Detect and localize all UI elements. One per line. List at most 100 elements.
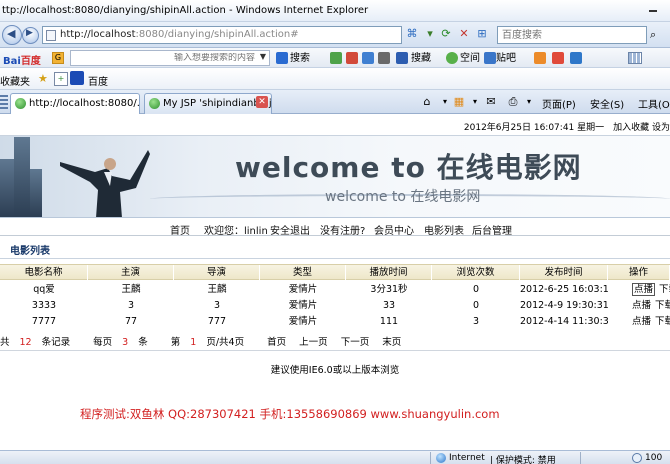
column-header: 播放时间 xyxy=(346,265,432,281)
column-header: 电影名称 xyxy=(0,265,88,281)
nav-register[interactable]: 没有注册? xyxy=(320,222,365,237)
search-icon[interactable]: ⌕ xyxy=(650,28,664,42)
tab-my-jsp[interactable]: My JSP 'shipindianbo.js... ✕ xyxy=(144,93,272,114)
favorites-button[interactable]: 收藏夹 xyxy=(0,73,30,88)
stop-icon[interactable]: ✕ xyxy=(457,27,471,41)
download-link[interactable]: 下载 xyxy=(655,300,670,311)
safety-menu[interactable]: 安全(S) xyxy=(590,96,624,111)
next-page-link[interactable]: 下一页 xyxy=(341,337,370,348)
baidu-search-input[interactable] xyxy=(75,53,255,63)
nav-admin[interactable]: 后台管理 xyxy=(472,222,512,237)
print-icon[interactable]: ⎙ xyxy=(506,95,520,108)
row-actions: 点播下载 xyxy=(632,282,670,298)
pager-number: 12 xyxy=(19,337,32,348)
site-banner: welcome to 在线电影网 welcome to 在线电影网 xyxy=(0,136,670,218)
column-header: 类型 xyxy=(260,265,346,281)
tool-icon[interactable] xyxy=(570,52,582,64)
baidu-space-button[interactable]: 空间 xyxy=(460,51,480,66)
pager-text: 共 xyxy=(0,337,10,348)
total-records: 共 12 条记录 xyxy=(0,337,80,348)
prev-page-link[interactable]: 上一页 xyxy=(299,337,328,348)
status-separator xyxy=(430,452,431,464)
forward-button[interactable]: ▶ xyxy=(22,27,39,44)
tool-icon[interactable] xyxy=(346,52,358,64)
tab-bar: http://localhost:8080/... My JSP 'shipin… xyxy=(0,90,670,114)
tool-icon[interactable] xyxy=(552,52,564,64)
browser-search-field[interactable] xyxy=(497,26,647,44)
page-menu[interactable]: 页面(P) xyxy=(542,96,576,111)
chevron-down-icon[interactable]: ▾ xyxy=(438,95,452,108)
baidu-collect-button[interactable]: 搜藏 xyxy=(411,51,431,66)
chevron-down-icon[interactable]: ▾ xyxy=(522,95,536,108)
baidu-search-field[interactable]: ▼ xyxy=(70,50,270,66)
tool-icon[interactable] xyxy=(534,52,546,64)
tab-localhost[interactable]: http://localhost:8080/... xyxy=(10,93,140,114)
dropdown-icon[interactable]: ▾ xyxy=(423,27,437,41)
cell-actor: 77 xyxy=(124,316,138,327)
post-icon xyxy=(484,52,496,64)
nav-logout[interactable]: 安全退出 xyxy=(270,222,310,237)
banner-subtitle: welcome to 在线电影网 xyxy=(325,189,481,205)
pager-text: 条记录 xyxy=(41,337,71,348)
row-actions: 点播下载 xyxy=(632,298,670,314)
nav-movie-list[interactable]: 电影列表 xyxy=(424,222,464,237)
close-icon[interactable]: ✕ xyxy=(256,96,268,108)
tool-icon[interactable] xyxy=(330,52,342,64)
zoom-icon[interactable] xyxy=(632,453,642,463)
globe-icon xyxy=(436,453,446,463)
table-row: qq爱 王麟 王麟 爱情片 3分31秒 0 2012-6-25 16:03:19… xyxy=(0,282,670,298)
back-button[interactable]: ◀ xyxy=(2,25,22,45)
cell-views: 0 xyxy=(472,284,480,295)
address-input[interactable]: http://localhost:8080/dianying/shipinAll… xyxy=(42,26,402,44)
mail-icon[interactable]: ✉ xyxy=(484,95,498,108)
download-link[interactable]: 下载 xyxy=(655,316,670,327)
minimize-button[interactable] xyxy=(648,3,658,13)
favorites-bar: 收藏夹 ★ + 百度 xyxy=(0,68,670,90)
zoom-level[interactable]: 100 xyxy=(645,453,662,463)
compatibility-icon[interactable]: ⌘ xyxy=(405,27,419,41)
play-link[interactable]: 点播 xyxy=(632,316,651,327)
baidu-logo-suffix: 百度 xyxy=(20,56,41,67)
download-link[interactable]: 下载 xyxy=(659,284,670,295)
pager-text: 条 xyxy=(138,337,148,348)
cell-actor: 王麟 xyxy=(121,284,141,295)
tool-icon[interactable] xyxy=(378,52,390,64)
cell-director: 3 xyxy=(213,300,221,311)
chevron-down-icon[interactable]: ▼ xyxy=(260,52,266,61)
column-header: 导演 xyxy=(174,265,260,281)
credit-text: 程序测试:双鱼林 QQ:287307421 手机:13558690869 www… xyxy=(80,407,500,421)
play-link[interactable]: 点播 xyxy=(632,283,656,296)
cell-views: 0 xyxy=(472,300,480,311)
table-header: 电影名称 主演 导演 类型 播放时间 浏览次数 发布时间 操作 xyxy=(0,264,670,281)
column-header: 操作 xyxy=(608,265,670,281)
building-shape xyxy=(30,169,42,217)
star-icon[interactable]: ★ xyxy=(38,72,48,85)
url-host: http://localhost xyxy=(60,29,136,40)
row-actions: 点播下载 xyxy=(632,314,670,330)
favorite-baidu-link[interactable]: 百度 xyxy=(88,73,108,88)
cell-title: 3333 xyxy=(31,300,57,311)
add-favorite-icon[interactable]: + xyxy=(54,72,68,86)
baidu-post-button[interactable]: 贴吧 xyxy=(496,51,516,66)
security-zone[interactable]: Internet xyxy=(449,453,485,463)
pager-number: 1 xyxy=(190,337,197,348)
baidu-search-button[interactable]: 搜索 xyxy=(290,51,310,66)
tools-menu[interactable]: 工具(O) xyxy=(638,96,670,111)
menu-grid-icon[interactable] xyxy=(628,52,642,64)
pager-number: 3 xyxy=(122,337,129,348)
nav-home[interactable]: 首页 xyxy=(170,222,190,237)
baidu-badge-icon[interactable]: G xyxy=(52,52,64,64)
last-page-link[interactable]: 末页 xyxy=(382,337,401,348)
browser-search-input[interactable] xyxy=(502,29,642,41)
refresh-icon[interactable]: ⟳ xyxy=(439,27,453,41)
quick-tabs-icon[interactable] xyxy=(0,95,8,109)
tool-icon[interactable] xyxy=(362,52,374,64)
ie-page-icon xyxy=(15,98,26,109)
feeds-icon[interactable]: ▦ xyxy=(452,95,466,108)
first-page-link[interactable]: 首页 xyxy=(267,337,286,348)
search-provider-icon[interactable]: ⊞ xyxy=(475,27,489,41)
nav-member-center[interactable]: 会员中心 xyxy=(374,222,414,237)
play-link[interactable]: 点播 xyxy=(632,300,651,311)
home-icon[interactable]: ⌂ xyxy=(420,95,434,108)
chevron-down-icon[interactable]: ▾ xyxy=(468,95,482,108)
